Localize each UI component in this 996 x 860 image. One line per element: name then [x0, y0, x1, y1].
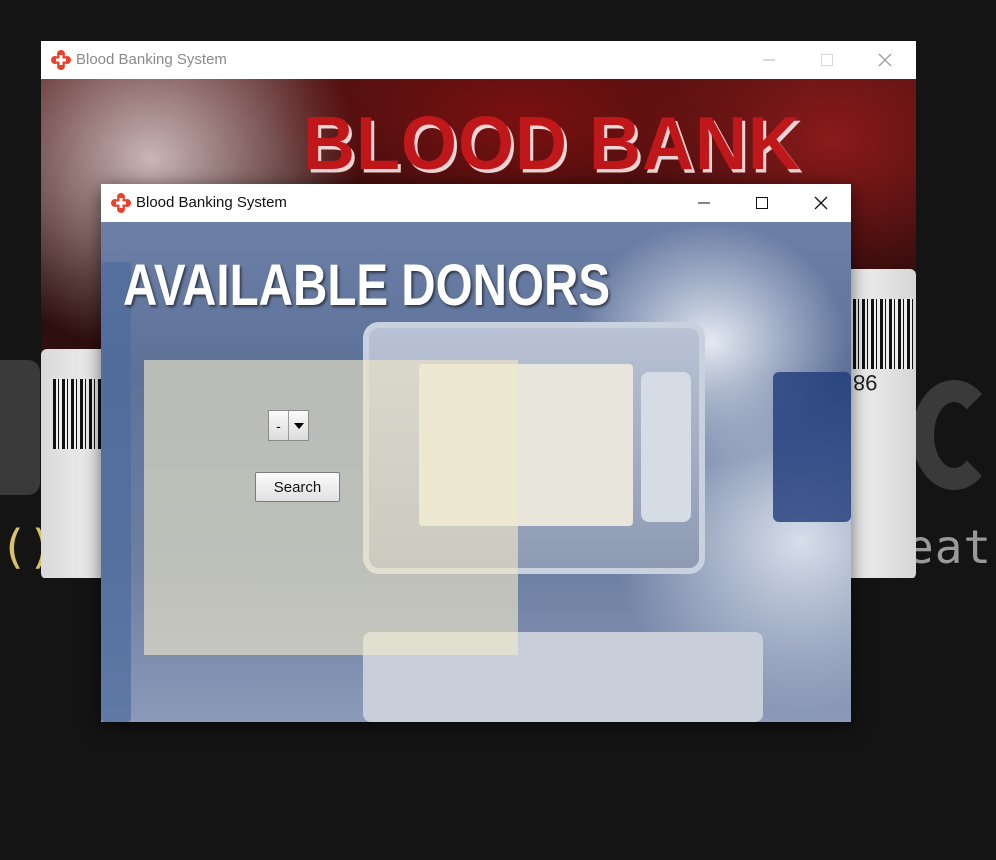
front-maximize-button[interactable]	[733, 184, 791, 222]
close-icon	[878, 53, 892, 67]
back-minimize-button[interactable]	[740, 41, 798, 79]
maximize-icon	[821, 54, 833, 66]
barcode-digits: 98	[853, 370, 878, 395]
app-cross-icon	[51, 50, 71, 70]
front-close-button[interactable]	[792, 184, 850, 222]
back-close-button[interactable]	[856, 41, 914, 79]
device-right-blue	[773, 372, 851, 522]
available-donors-window: Blood Banking System AVAILABLE DONORS - …	[101, 184, 851, 722]
search-button[interactable]: Search	[255, 472, 340, 502]
chevron-down-icon[interactable]	[289, 411, 308, 440]
barcode-left	[53, 379, 101, 449]
page-title: AVAILABLE DONORS	[123, 253, 611, 318]
search-panel	[144, 360, 518, 655]
blood-group-selected-value: -	[269, 411, 289, 440]
blood-group-select[interactable]: -	[268, 410, 309, 441]
minimize-icon	[698, 202, 710, 204]
close-icon	[814, 196, 828, 210]
back-banner-title: BLOOD BANK	[303, 102, 801, 186]
front-window-title: Blood Banking System	[136, 194, 287, 211]
front-titlebar: Blood Banking System	[101, 184, 851, 222]
app-cross-icon	[111, 193, 131, 213]
background-glyph-left	[0, 360, 40, 495]
maximize-icon	[756, 197, 768, 209]
minimize-icon	[763, 59, 775, 61]
desktop-text-right: eat	[906, 520, 993, 574]
back-maximize-button[interactable]	[798, 41, 856, 79]
front-minimize-button[interactable]	[675, 184, 733, 222]
device-right	[641, 372, 691, 522]
background-glyph-right	[912, 380, 996, 490]
back-window-title: Blood Banking System	[76, 51, 227, 68]
donors-background-image: AVAILABLE DONORS - Search	[101, 222, 851, 722]
pipe-left	[101, 262, 131, 722]
back-titlebar: Blood Banking System	[41, 41, 916, 79]
barcode-right	[853, 299, 913, 369]
